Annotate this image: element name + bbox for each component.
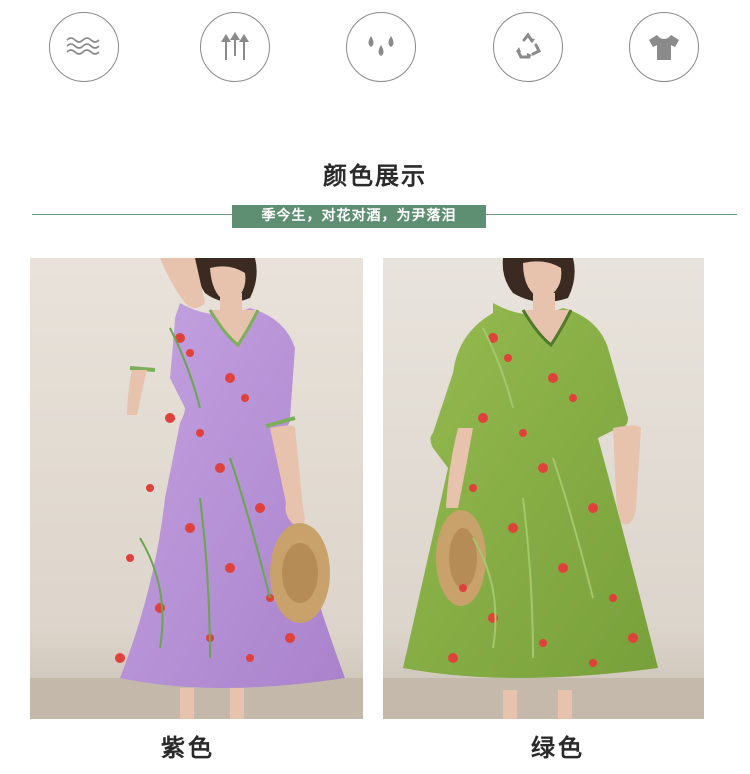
water-drops-icon bbox=[346, 12, 416, 82]
product-photo-purple bbox=[30, 258, 363, 719]
arrows-up-icon bbox=[200, 12, 270, 82]
product-photo-green bbox=[383, 258, 704, 719]
color-label-green: 绿色 bbox=[531, 734, 585, 762]
section-title: 颜色展示 bbox=[323, 162, 427, 190]
tshirt-icon bbox=[629, 12, 699, 82]
waves-icon bbox=[49, 12, 119, 82]
recycle-icon bbox=[493, 12, 563, 82]
section-subtitle-banner: 季今生，对花对酒，为尹落泪 bbox=[232, 205, 486, 228]
feature-icon-row bbox=[0, 10, 750, 90]
color-label-purple: 紫色 bbox=[161, 734, 215, 762]
